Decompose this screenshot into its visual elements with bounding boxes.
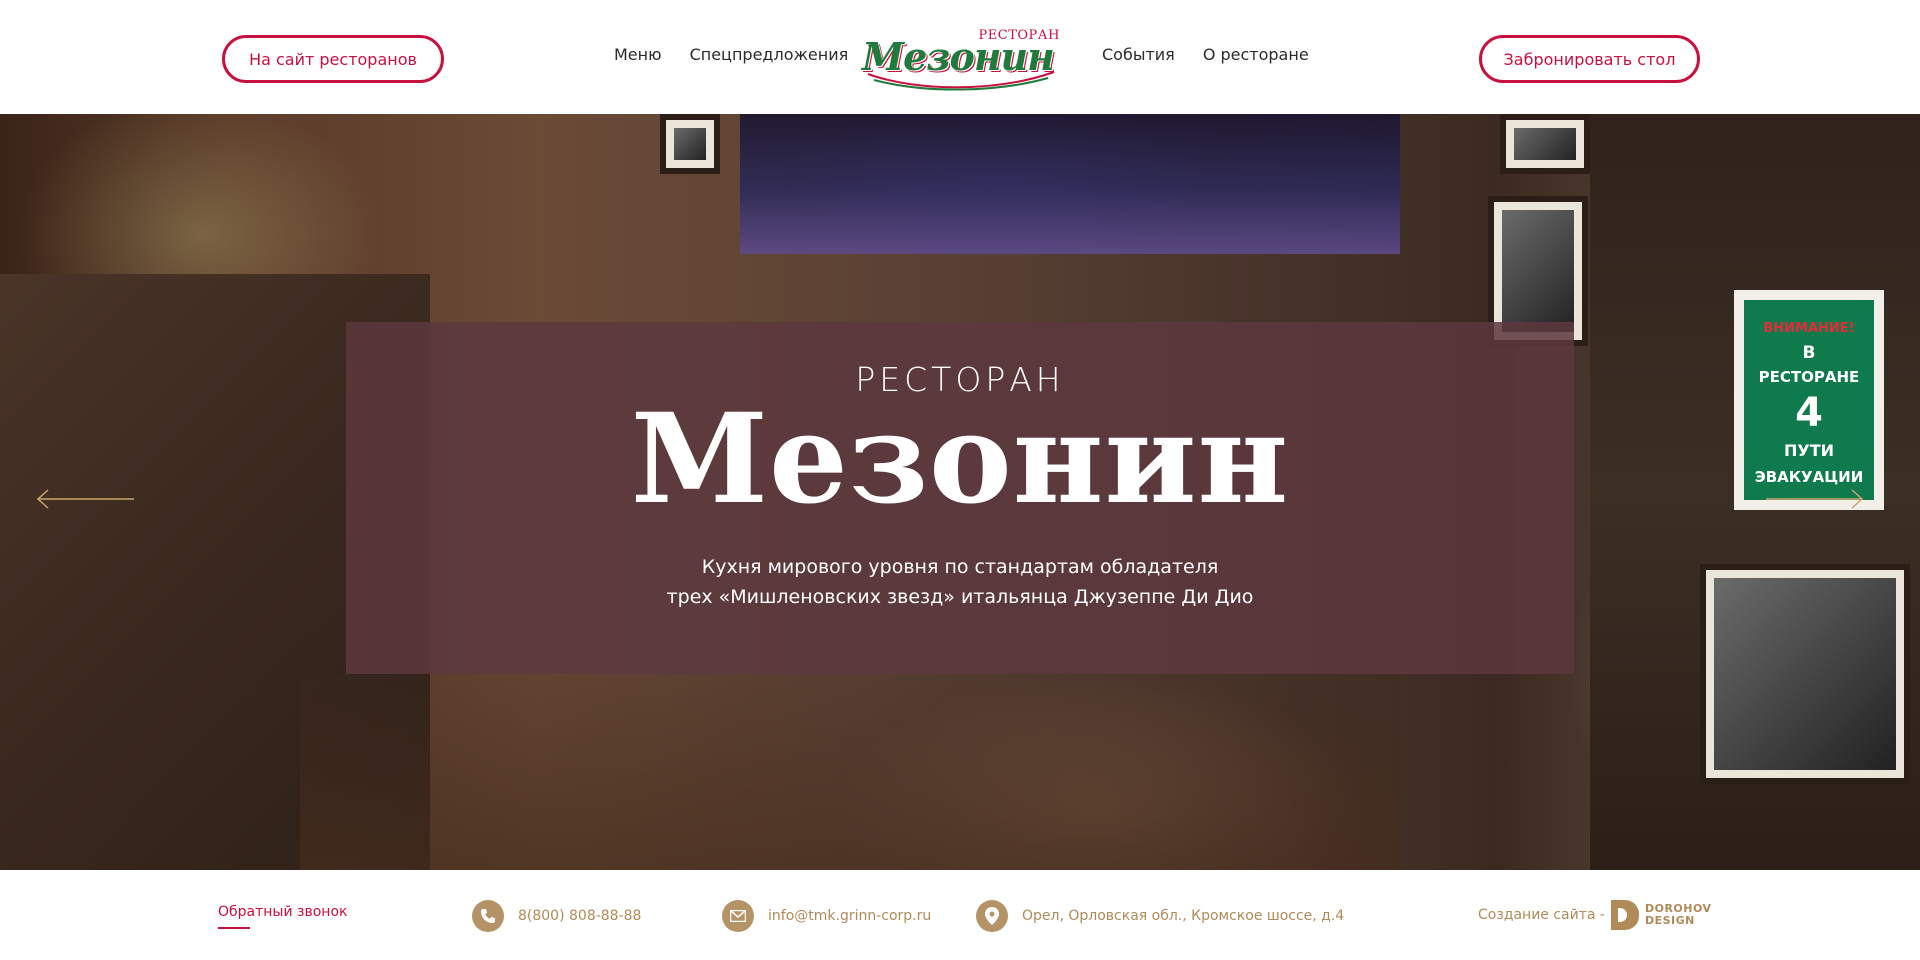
nav-events-link[interactable]: События xyxy=(1102,45,1175,64)
email-address[interactable]: info@tmk.grinn-corp.ru xyxy=(768,908,931,924)
wall-photo-frame xyxy=(660,114,720,174)
nav-specials-link[interactable]: Спецпредложения xyxy=(690,45,849,64)
wall-photo-frame xyxy=(1500,114,1590,174)
main-nav-left: Меню Спецпредложения xyxy=(614,45,848,64)
footer-address: Орел, Орловская обл., Кромское шоссе, д.… xyxy=(976,900,1344,932)
footer-phone[interactable]: 8(800) 808-88-88 xyxy=(472,900,641,932)
logo-script-text: Мезонин xyxy=(862,34,1055,79)
hero-title: Мезонин xyxy=(630,387,1290,532)
arrow-left-icon xyxy=(36,489,134,509)
phone-icon xyxy=(472,900,504,932)
callback-link[interactable]: Обратный звонок xyxy=(218,904,347,920)
slider-next-button[interactable] xyxy=(1766,487,1866,511)
hero-subtitle: Кухня мирового уровня по стандартам обла… xyxy=(346,552,1574,612)
location-pin-icon xyxy=(976,900,1008,932)
callback-underline xyxy=(218,927,250,929)
evacuation-sign: ВНИМАНИЕ! В РЕСТОРАНЕ 4 ПУТИ ЭВАКУАЦИИ xyxy=(1734,290,1884,510)
hero-text-panel: РЕСТОРАН Мезонин Кухня мирового уровня п… xyxy=(346,322,1574,674)
phone-number[interactable]: 8(800) 808-88-88 xyxy=(518,908,641,924)
dorohov-design-logo[interactable]: DOROHOV DESIGN xyxy=(1610,900,1712,930)
creator-label: Создание сайта - xyxy=(1478,907,1605,923)
sign-line-5: ПУТИ xyxy=(1784,441,1834,460)
sign-line-1: ВНИМАНИЕ! xyxy=(1763,321,1854,336)
dorohov-logo-text: DOROHOV DESIGN xyxy=(1644,902,1712,927)
sign-line-6: ЭВАКУАЦИИ xyxy=(1755,468,1864,486)
nav-about-link[interactable]: О ресторане xyxy=(1203,45,1309,64)
slider-prev-button[interactable] xyxy=(34,487,134,511)
hero-subtitle-line-1: Кухня мирового уровня по стандартам обла… xyxy=(701,556,1219,578)
sign-line-3: РЕСТОРАНЕ xyxy=(1759,368,1860,386)
site-header: На сайт ресторанов Меню Спецпредложения … xyxy=(0,0,1920,114)
hero-subtitle-line-2: трех «Мишленовских звезд» итальянца Джуз… xyxy=(666,586,1254,608)
sign-line-2: В xyxy=(1803,343,1816,363)
mail-icon xyxy=(722,900,754,932)
site-creator[interactable]: Создание сайта - DOROHOV DESIGN xyxy=(1478,900,1712,930)
site-footer: Обратный звонок 8(800) 808-88-88 info@tm… xyxy=(0,870,1920,960)
hero-photo-floor xyxy=(300,674,1400,870)
arrow-right-icon xyxy=(1766,489,1864,509)
restaurant-logo[interactable]: РЕСТОРАН Мезонин xyxy=(858,22,1062,92)
dorohov-logo-icon xyxy=(1610,900,1639,930)
address-text: Орел, Орловская обл., Кромское шоссе, д.… xyxy=(1022,908,1345,924)
main-nav-right: События О ресторане xyxy=(1102,45,1309,64)
nav-menu-link[interactable]: Меню xyxy=(614,45,662,64)
hero-photo-stage xyxy=(740,114,1400,254)
book-table-button[interactable]: Забронировать стол xyxy=(1479,35,1700,83)
wall-photo-frame xyxy=(1700,564,1910,784)
restaurants-site-button[interactable]: На сайт ресторанов xyxy=(222,35,444,83)
footer-email[interactable]: info@tmk.grinn-corp.ru xyxy=(722,900,931,932)
sign-line-4: 4 xyxy=(1795,390,1823,436)
hero-banner: ВНИМАНИЕ! В РЕСТОРАНЕ 4 ПУТИ ЭВАКУАЦИИ Р… xyxy=(0,114,1920,870)
